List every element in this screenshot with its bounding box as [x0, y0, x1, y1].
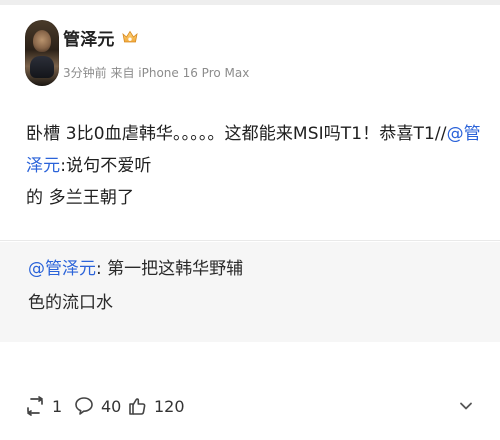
like-button[interactable]: 120 — [126, 386, 185, 426]
author-row: 管泽元 — [63, 24, 139, 50]
post-divider — [0, 240, 500, 241]
crown-icon — [121, 28, 139, 46]
comment-count: 40 — [101, 396, 122, 416]
post-actions: 1 40 120 — [0, 386, 500, 426]
comment-icon — [73, 395, 95, 417]
post-content: 卧槽 3比0血虐韩华。。。。。这都能来MSI吗T1！恭喜T1//@管泽元:说句不… — [26, 118, 481, 214]
post-text-line-2: 的 多兰王朝了 — [26, 188, 135, 208]
retweet-mention-link[interactable]: @管泽元 — [28, 259, 96, 279]
like-count: 120 — [154, 396, 185, 416]
post-text-suffix: :说句不爱听 — [60, 156, 152, 176]
retweet-card[interactable]: @管泽元: 第一把这韩华野辅 色的流口水 — [0, 242, 500, 342]
chevron-down-icon[interactable] — [458, 398, 474, 414]
retweet-text-part-2: 色的流口水 — [28, 293, 113, 313]
repost-count: 1 — [52, 396, 63, 416]
repost-button[interactable]: 1 — [24, 386, 62, 426]
avatar[interactable] — [25, 20, 59, 86]
comment-button[interactable]: 40 — [73, 386, 121, 426]
retweet-text-part-1: : 第一把这韩华野辅 — [96, 259, 244, 279]
post-text-prefix: 卧槽 3比0血虐韩华。。。。。这都能来MSI吗T1！恭喜T1// — [26, 124, 447, 144]
repost-icon — [24, 395, 46, 417]
post-header: 管泽元 3分钟前 来自 iPhone 16 Pro Max — [25, 20, 475, 86]
top-separator — [0, 0, 500, 5]
post-meta: 3分钟前 来自 iPhone 16 Pro Max — [63, 66, 250, 80]
thumb-up-icon — [126, 395, 148, 417]
retweet-text: @管泽元: 第一把这韩华野辅 色的流口水 — [28, 252, 473, 320]
author-name[interactable]: 管泽元 — [63, 25, 115, 50]
